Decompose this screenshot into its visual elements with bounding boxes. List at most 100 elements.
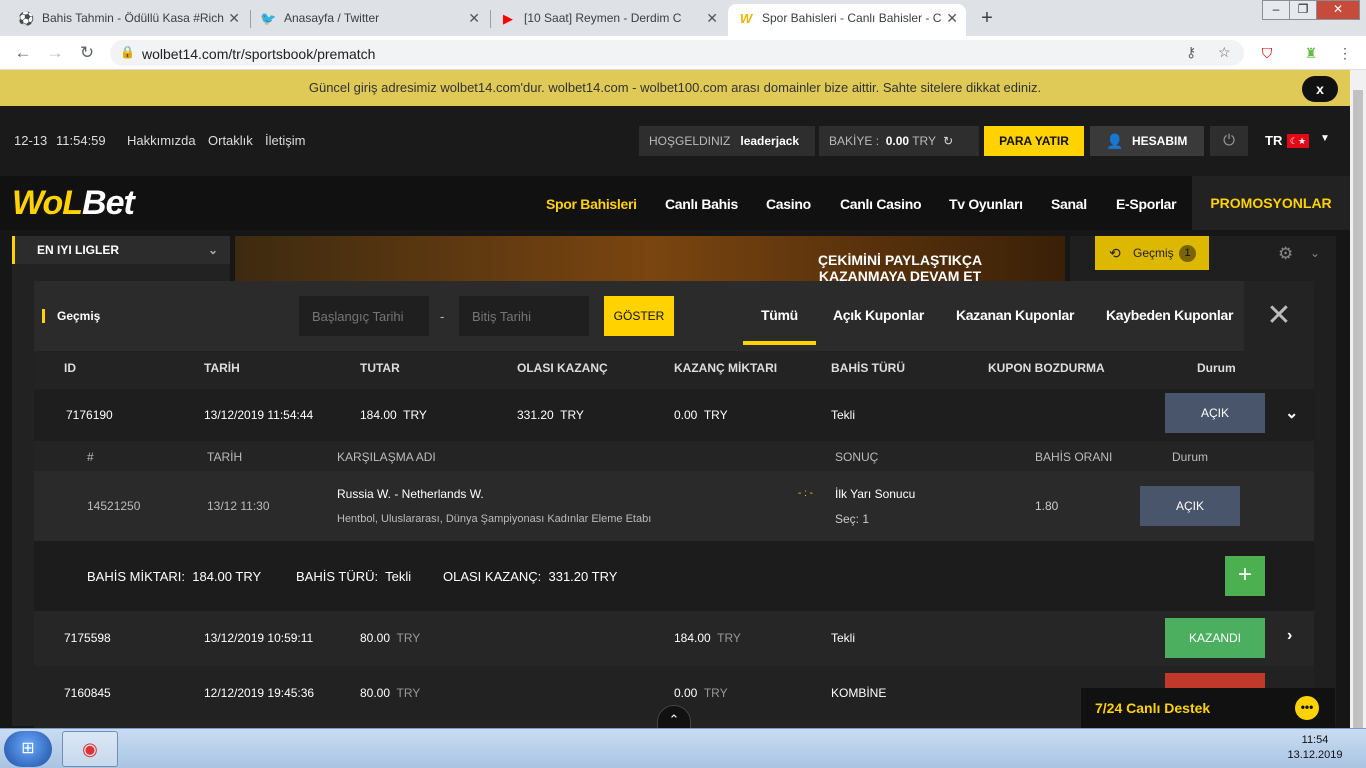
amount-currency: TRY [396,686,421,700]
show-button[interactable]: GÖSTER [604,296,674,336]
col-possible-win: OLASI KAZANÇ [517,361,608,375]
balance-currency: TRY [912,134,936,148]
browser-tab-2[interactable]: 🐦 Anasayfa / Twitter ✕ [250,4,488,36]
close-icon[interactable]: ✕ [946,4,958,32]
browser-tab-3[interactable]: ▶ [10 Saat] Reymen - Derdim C ✕ [490,4,726,36]
extension-shield-icon[interactable]: ⛉ [1256,42,1278,64]
nav-tv-games[interactable]: Tv Oyunları [949,196,1023,212]
detail-date: 13/12 11:30 [207,499,270,513]
logo-wol: WoL [12,184,83,222]
history-modal-header: Geçmiş - GÖSTER Tümü Açık Kuponlar Kazan… [34,281,1244,351]
browser-tab-1[interactable]: ⚽ Bahis Tahmin - Ödüllü Kasa #Rich ✕ [8,4,248,36]
chevron-down-icon[interactable]: ⌄ [1310,246,1320,260]
support-label: 7/24 Canlı Destek [1095,700,1211,716]
history-modal: Geçmiş - GÖSTER Tümü Açık Kuponlar Kazan… [34,281,1314,728]
history-clock-icon: ⟲ [1109,245,1121,261]
minimize-icon[interactable]: – [1262,0,1290,20]
reload-icon[interactable]: ↻ [76,42,98,64]
star-icon[interactable]: ☆ [1218,44,1231,61]
row-win-amount: 184.00 TRY [674,631,741,645]
won-currency: TRY [703,408,728,422]
back-arrow-icon[interactable]: ← [12,42,34,64]
promo-banner[interactable]: ÇEKİMİNİ PAYLAŞTIKÇA KAZANMAYA DEVAM ET [235,236,1065,284]
end-date-input[interactable] [459,296,589,336]
notice-close-button[interactable]: x [1302,76,1338,102]
logout-power-icon[interactable]: ⏻ [1210,126,1248,156]
banner-text: ÇEKİMİNİ PAYLAŞTIKÇA KAZANMAYA DEVAM ET [817,252,983,284]
chevron-down-icon[interactable]: ⌄ [1285,403,1298,423]
logo-bet: Bet [82,184,135,222]
row-win-amount: 0.00 TRY [674,686,728,700]
amount-value: 80.00 [360,686,391,700]
modal-close-icon[interactable]: ✕ [1244,281,1314,351]
detail-status-open-button[interactable]: AÇIK [1140,486,1240,526]
scrollbar-thumb[interactable] [1353,90,1363,730]
deposit-button[interactable]: PARA YATIR [984,126,1084,156]
system-clock[interactable]: 11:54 13.12.2019 [1280,733,1350,763]
current-date: 12-13 [14,133,48,148]
forward-arrow-icon[interactable]: → [44,42,66,64]
summary-amount-value: 184.00 TRY [192,569,262,584]
link-partnership[interactable]: Ortaklık [208,133,253,148]
url-field[interactable]: 🔒 wolbet14.com/tr/sportsbook/prematch ⚷ … [110,40,1244,66]
key-icon[interactable]: ⚷ [1186,44,1196,61]
expand-plus-button[interactable]: + [1225,556,1265,596]
chevron-right-icon[interactable]: › [1287,627,1292,645]
wolbet-logo[interactable]: WoLBet [12,184,135,223]
welcome-label: HOŞGELDINIZ [649,134,731,148]
live-support-widget[interactable]: 7/24 Canlı Destek ••• [1081,688,1335,728]
browser-tab-4[interactable]: W Spor Bahisleri - Canlı Bahisler - C ✕ [728,4,966,36]
window-close-icon[interactable]: ✕ [1316,0,1360,20]
detail-col-status: Durum [1172,450,1209,464]
account-button[interactable]: 👤 HESABIM [1090,126,1204,156]
nav-virtual[interactable]: Sanal [1051,196,1087,212]
close-icon[interactable]: ✕ [228,4,240,32]
nav-esports[interactable]: E-Sporlar [1116,196,1177,212]
maximize-icon[interactable]: ❐ [1289,0,1317,20]
link-contact[interactable]: İletişim [265,133,305,148]
summary-possible: OLASI KAZANÇ: 331.20 TRY [443,569,617,584]
close-icon[interactable]: ✕ [706,4,718,32]
page-scrollbar[interactable] [1350,70,1366,730]
top-leagues-header[interactable]: EN IYI LIGLER ⌄ [12,236,230,264]
nav-live-casino[interactable]: Canlı Casino [840,196,922,212]
status-won-button[interactable]: KAZANDI [1165,618,1265,658]
current-time: 11:54:59 [56,133,106,148]
nav-sports[interactable]: Spor Bahisleri [546,196,637,212]
row-id: 7160845 [64,686,111,700]
row-possible-win: 331.20 TRY [517,408,584,422]
tab-all[interactable]: Tümü [743,307,816,345]
link-about[interactable]: Hakkımızda [127,133,196,148]
chrome-taskbar-icon[interactable]: ◉ [62,731,118,767]
language-code[interactable]: TR [1265,133,1282,148]
close-icon[interactable]: ✕ [468,4,480,32]
new-tab-plus-icon[interactable]: + [974,5,1000,31]
tab-lost-coupons[interactable]: Kaybeden Kuponlar [1106,307,1233,323]
detail-col-no: # [87,450,94,464]
col-date: TARİH [204,361,240,375]
tab-open-coupons[interactable]: Açık Kuponlar [833,307,924,323]
chevron-down-icon[interactable]: ▼ [1320,133,1330,144]
amount-value: 184.00 [360,408,397,422]
table-row[interactable]: 7176190 13/12/2019 11:54:44 184.00 TRY 3… [34,389,1314,441]
profile-avatar-icon[interactable]: ♜ [1300,42,1322,64]
nav-live-betting[interactable]: Canlı Bahis [665,196,738,212]
status-open-button[interactable]: AÇIK [1165,393,1265,433]
settings-gear-icon[interactable]: ⚙ [1278,244,1293,264]
main-navigation: WoLBet Spor Bahisleri Canlı Bahis Casino… [0,176,1350,230]
username: leaderjack [740,134,800,148]
menu-dots-icon[interactable]: ⋮ [1334,42,1356,64]
tab-title: Spor Bahisleri - Canlı Bahisler - C [762,11,942,25]
summary-possible-label: OLASI KAZANÇ: [443,569,542,584]
windows-start-icon[interactable]: ⊞ [4,731,52,767]
nav-casino[interactable]: Casino [766,196,811,212]
history-button[interactable]: ⟲ Geçmiş 1 [1095,236,1209,270]
row-date: 13/12/2019 10:59:11 [204,631,314,645]
tab-won-coupons[interactable]: Kazanan Kuponlar [956,307,1074,323]
table-row[interactable]: 7175598 13/12/2019 10:59:11 80.00 TRY 18… [34,611,1314,666]
chevron-down-icon: ⌄ [207,243,218,257]
nav-promotions[interactable]: PROMOSYONLAR [1192,176,1350,230]
refresh-icon[interactable]: ↻ [943,134,953,148]
col-amount: TUTAR [360,361,400,375]
start-date-input[interactable] [299,296,429,336]
